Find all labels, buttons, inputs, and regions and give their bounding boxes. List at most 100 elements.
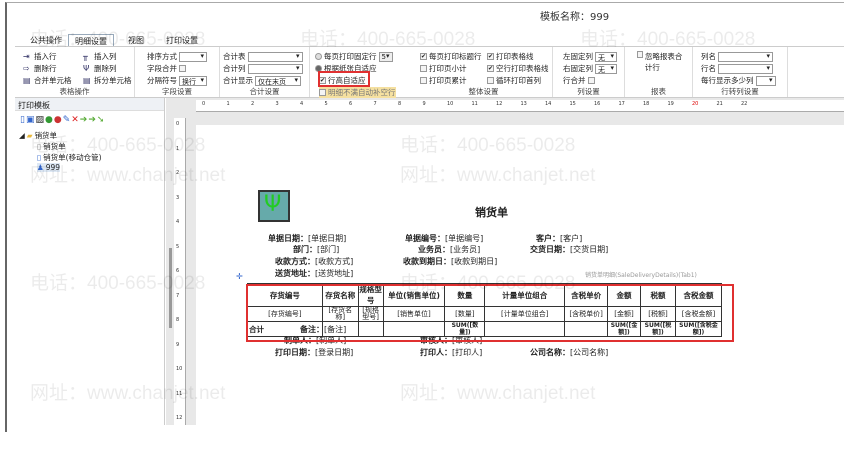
group-field-settings: 排序方式 字段合并 分隔符号换行 字段设置 bbox=[135, 47, 220, 97]
ruler-tick: 7 bbox=[373, 101, 377, 107]
ruler-tick: 4 bbox=[300, 101, 304, 107]
arrow-right-icon[interactable]: ➔ bbox=[88, 115, 96, 125]
ribbon: ⇥ 插入行 ╥ 插入列 ⇨ 删除行 Ψ 删除列 ▤ 合并单元格 ▤ 拆分单元格 表格操作 排… bbox=[15, 46, 844, 98]
row-name-select[interactable] bbox=[718, 63, 773, 74]
template-panel: 打印模板 ▯ ▣ ▨ ● ● ✎ ✕ ➔ ➔ ➘ ◢ ▰ 销货单 ▯ 销货单 ▯ 销货单(移动仓管) ♟ 9… bbox=[15, 98, 165, 425]
ignore-total-checkbox[interactable] bbox=[637, 51, 643, 58]
fixed-rows-input[interactable]: 5 bbox=[378, 51, 393, 62]
field-value: [打印人] bbox=[452, 348, 483, 357]
total-table-select[interactable] bbox=[247, 51, 303, 62]
group-overall: ✔ 每页打印标题行 打印页小计 打印页累计 ✔ 打印表格线 ✔ 空行打印表格线 循环打… bbox=[415, 47, 553, 97]
report-title[interactable]: 销货单 bbox=[475, 204, 508, 220]
field-bill-no[interactable]: 单据编号：[单据编号] bbox=[405, 233, 483, 244]
col-name-select[interactable] bbox=[718, 51, 773, 62]
import-icon[interactable]: ● bbox=[54, 115, 62, 125]
total-col-select[interactable] bbox=[247, 63, 303, 74]
tree-item-selected[interactable]: ♟ 999 bbox=[37, 163, 61, 172]
merge-cells-button[interactable]: ▤ 合并单元格 bbox=[23, 75, 72, 86]
delete-row-button[interactable]: ⇨ 删除行 bbox=[23, 63, 57, 74]
page-subtotal-checkbox[interactable] bbox=[420, 65, 427, 72]
ruler-tick: 2 bbox=[251, 101, 255, 107]
group-row-to-col: 列名 行名 每行显示多少列 行转列设置 bbox=[693, 47, 788, 97]
separator-label: 分隔符号 bbox=[147, 76, 177, 85]
right-fixed-label: 右固定列 bbox=[563, 64, 593, 73]
field-address[interactable]: 送货地址：[送货地址] bbox=[275, 268, 353, 279]
field-customer[interactable]: 客户：[客户] bbox=[536, 233, 582, 244]
ignore-total-label: 忽略报表合计行 bbox=[644, 52, 683, 72]
tree-item[interactable]: ▯ 销货单 bbox=[37, 141, 66, 152]
group-label: 字段设置 bbox=[162, 87, 192, 96]
field-value: [客户] bbox=[560, 234, 583, 243]
page-cumulative-checkbox[interactable] bbox=[420, 77, 427, 84]
tree-root[interactable]: ◢ ▰ 销货单 bbox=[19, 130, 57, 141]
separator-select[interactable]: 换行 bbox=[179, 75, 207, 86]
ruler-tick: 16 bbox=[594, 101, 601, 107]
sort-label: 排序方式 bbox=[147, 52, 177, 61]
field-label: 收款方式： bbox=[275, 257, 315, 266]
empty-grid-checkbox[interactable]: ✔ bbox=[487, 65, 494, 72]
group-label: 报表 bbox=[651, 87, 666, 96]
field-print-date[interactable]: 打印日期：[登录日期] bbox=[275, 347, 353, 358]
field-company[interactable]: 公司名称：[公司名称] bbox=[530, 347, 608, 358]
ruler-tick: 5 bbox=[324, 101, 328, 107]
field-department[interactable]: 部门：[部门] bbox=[293, 244, 339, 255]
insert-row-button[interactable]: ⇥ 插入行 bbox=[23, 51, 57, 62]
row-merge-checkbox[interactable] bbox=[587, 77, 595, 84]
field-label: 单据日期： bbox=[268, 234, 308, 243]
ruler-tick: 3 bbox=[176, 194, 180, 201]
edit-icon[interactable]: ✎ bbox=[63, 115, 71, 125]
fixed-rows-radio[interactable] bbox=[315, 53, 322, 60]
loop-first-col-checkbox[interactable] bbox=[487, 77, 494, 84]
save-icon[interactable]: ▣ bbox=[26, 115, 35, 125]
ruler-tick: 11 bbox=[176, 390, 183, 397]
total-col-label: 合计列 bbox=[223, 64, 246, 73]
total-display-select[interactable]: 仅在末页 bbox=[255, 75, 301, 86]
no-empty-checkbox[interactable] bbox=[319, 89, 326, 96]
field-delivery-date[interactable]: 交货日期：[交货日期] bbox=[530, 244, 608, 255]
expand-icon[interactable]: ◢ bbox=[19, 131, 25, 140]
right-fixed-select[interactable]: 无 bbox=[595, 63, 617, 74]
ruler-tick: 12 bbox=[176, 415, 183, 421]
ruler-tick: 18 bbox=[643, 101, 650, 107]
title-row-checkbox[interactable]: ✔ bbox=[420, 53, 427, 60]
highlight-box bbox=[246, 284, 734, 342]
delete-col-button[interactable]: Ψ 删除列 bbox=[83, 63, 117, 74]
arrow-down-icon[interactable]: ➘ bbox=[97, 115, 105, 125]
group-label: 表格操作 bbox=[59, 87, 90, 96]
ruler-tick: 6 bbox=[176, 268, 180, 274]
field-printer[interactable]: 打印人：[打印人] bbox=[420, 347, 482, 358]
delete-icon[interactable]: ✕ bbox=[71, 115, 79, 125]
tree-label: 销货单 bbox=[34, 131, 58, 140]
preview-icon[interactable]: ▨ bbox=[35, 115, 44, 125]
field-merge-checkbox[interactable] bbox=[179, 65, 186, 72]
panel-toolbar: ▯ ▣ ▨ ● ● ✎ ✕ ➔ ➔ ➘ bbox=[20, 115, 104, 125]
move-handle-icon[interactable]: ✛ bbox=[236, 272, 243, 281]
logo-image[interactable]: Ψ bbox=[258, 190, 290, 222]
copy-icon[interactable]: ● bbox=[45, 115, 53, 125]
ruler-tick: 0 bbox=[202, 101, 206, 107]
checkbox-label: 打印页累计 bbox=[429, 76, 467, 85]
tree-item[interactable]: ▯ 销货单(移动仓管) bbox=[37, 152, 102, 163]
per-row-input[interactable] bbox=[755, 75, 776, 86]
ruler-tick: 21 bbox=[716, 101, 723, 107]
ruler-tick: 5 bbox=[176, 243, 180, 250]
field-salesman[interactable]: 业务员：[业务员] bbox=[418, 244, 480, 255]
split-cells-button[interactable]: ▤ 拆分单元格 bbox=[83, 75, 132, 86]
panel-title: 打印模板 bbox=[15, 98, 164, 111]
sort-select[interactable] bbox=[179, 51, 207, 62]
ruler-tick: 1 bbox=[226, 101, 230, 107]
left-fixed-select[interactable]: 无 bbox=[595, 51, 617, 62]
new-icon[interactable]: ▯ bbox=[20, 115, 25, 125]
vertical-scrollbar[interactable] bbox=[169, 248, 172, 328]
field-bill-date[interactable]: 单据日期：[单据日期] bbox=[268, 233, 346, 244]
grid-lines-checkbox[interactable]: ✔ bbox=[487, 53, 494, 60]
fixed-rows-label: 每页打印固定行 bbox=[324, 52, 377, 61]
horizontal-ruler: 0 1 2 3 4 5 6 7 8 9 10 11 12 13 14 15 16 17 18 19 20 21 22 bbox=[196, 100, 844, 112]
insert-col-button[interactable]: ╥ 插入列 bbox=[83, 51, 117, 62]
checkbox-label: 每页打印标题行 bbox=[429, 52, 482, 61]
field-payment-method[interactable]: 收款方式：[收款方式] bbox=[275, 256, 353, 267]
arrow-right-icon[interactable]: ➔ bbox=[80, 115, 88, 125]
field-due-date[interactable]: 收款到期日：[收款到期日] bbox=[403, 256, 497, 267]
folder-icon: ▰ bbox=[26, 131, 33, 140]
field-value: [交货日期] bbox=[570, 245, 609, 254]
